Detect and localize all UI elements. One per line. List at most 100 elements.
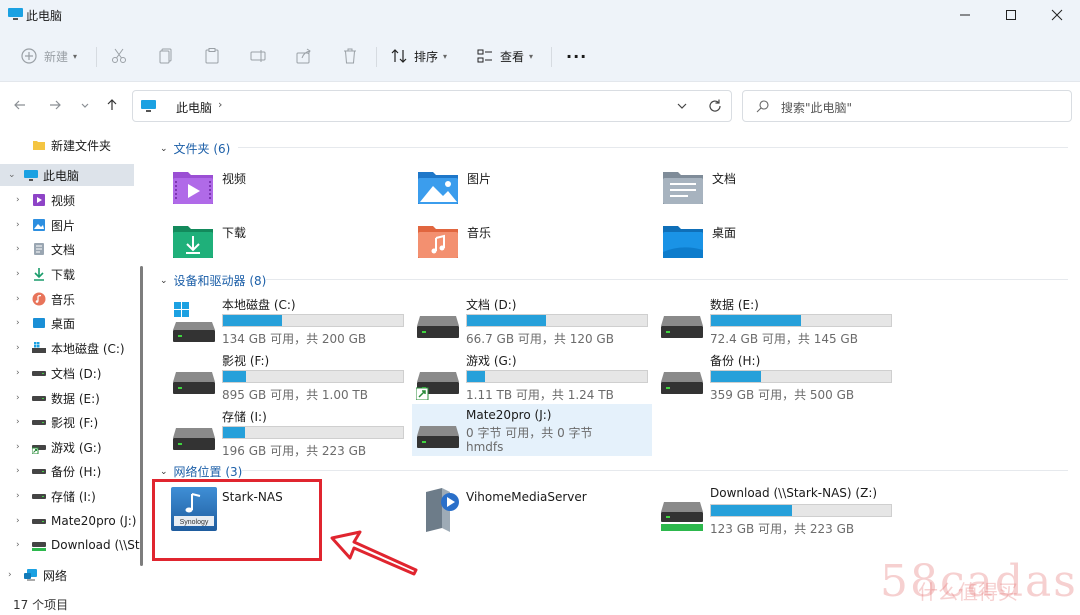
sidebar-item-drive-f[interactable]: › 影视 (F:) xyxy=(0,411,134,433)
drive-g[interactable]: 游戏 (G:) 1.11 TB 可用，共 1.24 TB xyxy=(394,350,648,406)
chevron-right-icon[interactable]: › xyxy=(16,393,20,403)
chevron-right-icon[interactable]: › xyxy=(16,220,20,230)
back-button[interactable] xyxy=(11,96,29,114)
refresh-icon[interactable] xyxy=(707,98,723,114)
chevron-right-icon[interactable]: › xyxy=(16,368,20,378)
chevron-right-icon[interactable]: › xyxy=(16,540,20,550)
chevron-right-icon[interactable]: › xyxy=(16,269,20,279)
sort-button[interactable]: 排序 ▾ xyxy=(390,43,447,69)
chevron-right-icon[interactable]: › xyxy=(16,318,20,328)
folder-pictures[interactable]: 图片 xyxy=(395,164,625,210)
sort-icon xyxy=(391,49,407,63)
divider xyxy=(551,47,552,67)
group-header-network[interactable]: ⌄ 网络位置 (3) xyxy=(160,463,242,480)
sidebar-item-this-pc[interactable]: ⌄ 此电脑 xyxy=(0,164,134,186)
chevron-right-icon[interactable]: › xyxy=(16,442,20,452)
minimize-button[interactable] xyxy=(942,0,988,30)
sidebar-item-downloads[interactable]: › 下载 xyxy=(0,263,134,285)
rename-icon xyxy=(250,50,266,62)
recent-locations-button[interactable] xyxy=(76,96,94,114)
search-input[interactable]: 搜索"此电脑" xyxy=(742,90,1072,122)
folder-videos[interactable]: 视频 xyxy=(150,164,380,210)
chevron-right-icon[interactable]: › xyxy=(16,491,20,501)
sidebar-item-drive-c[interactable]: › 本地磁盘 (C:) xyxy=(0,337,134,359)
sidebar-item-pictures[interactable]: › 图片 xyxy=(0,214,134,236)
sidebar-item-drive-h[interactable]: › 备份 (H:) xyxy=(0,460,134,482)
drive-c[interactable]: 本地磁盘 (C:) 134 GB 可用，共 200 GB xyxy=(150,294,404,350)
group-header-folders[interactable]: ⌄ 文件夹 (6) xyxy=(160,140,230,157)
forward-button[interactable] xyxy=(46,96,64,114)
more-options-button[interactable]: ··· xyxy=(566,43,587,69)
drive-j[interactable]: Mate20pro (J:) 0 字节 可用，共 0 字节 hmdfs xyxy=(412,404,652,456)
sidebar-item-drive-z[interactable]: › Download (\\St xyxy=(0,534,140,556)
group-header-drives[interactable]: ⌄ 设备和驱动器 (8) xyxy=(160,272,266,289)
sidebar-item-documents[interactable]: › 文档 xyxy=(0,238,134,260)
breadcrumb[interactable]: 此电脑 xyxy=(176,99,212,116)
copy-button[interactable] xyxy=(157,43,175,69)
chevron-right-icon[interactable]: › xyxy=(16,294,20,304)
maximize-button[interactable] xyxy=(988,0,1034,30)
drive-d[interactable]: 文档 (D:) 66.7 GB 可用，共 120 GB xyxy=(394,294,648,350)
divider xyxy=(96,47,97,67)
drive-space-info: 1.11 TB 可用，共 1.24 TB xyxy=(466,388,614,402)
chevron-right-icon[interactable]: › xyxy=(16,244,20,254)
sidebar-item-label: 音乐 xyxy=(51,292,76,307)
drive-space-info: 134 GB 可用，共 200 GB xyxy=(222,332,367,346)
breadcrumb-chevron-icon[interactable]: › xyxy=(218,98,222,111)
sidebar-item-new-folder[interactable]: 新建文件夹 xyxy=(0,134,134,156)
documents-folder-icon xyxy=(663,172,703,204)
network-drive-z[interactable]: Download (\\Stark-NAS) (Z:) 123 GB 可用，共 … xyxy=(638,484,892,540)
sidebar-item-drive-d[interactable]: › 文档 (D:) xyxy=(0,362,134,384)
up-button[interactable] xyxy=(103,96,121,114)
title-bar: 此电脑 xyxy=(0,0,1080,30)
cut-button[interactable] xyxy=(110,43,128,69)
chevron-right-icon[interactable]: › xyxy=(8,570,12,580)
folder-desktop[interactable]: 桌面 xyxy=(640,218,870,264)
sidebar-item-network[interactable]: › 网络 xyxy=(0,564,134,586)
paste-button[interactable] xyxy=(203,43,221,69)
chevron-down-icon: ▾ xyxy=(443,51,448,61)
drive-h[interactable]: 备份 (H:) 359 GB 可用，共 500 GB xyxy=(638,350,892,406)
address-bar[interactable]: 此电脑 › xyxy=(132,90,732,122)
chevron-right-icon[interactable]: › xyxy=(16,516,20,526)
drive-name: 存储 (I:) xyxy=(222,410,267,424)
shortcut-drive-icon xyxy=(416,372,459,400)
share-button[interactable] xyxy=(295,43,313,69)
sidebar-item-label: 网络 xyxy=(43,568,68,583)
sidebar-item-drive-i[interactable]: › 存储 (I:) xyxy=(0,485,134,507)
folder-music[interactable]: 音乐 xyxy=(395,218,625,264)
rename-button[interactable] xyxy=(249,43,267,69)
network-item-media-server[interactable]: VihomeMediaServer xyxy=(394,484,634,544)
chevron-down-icon[interactable]: ⌄ xyxy=(8,170,16,180)
chevron-down-icon[interactable] xyxy=(675,99,689,113)
delete-button[interactable] xyxy=(341,43,359,69)
drive-e[interactable]: 数据 (E:) 72.4 GB 可用，共 145 GB xyxy=(638,294,892,350)
sidebar-item-videos[interactable]: › 视频 xyxy=(0,189,134,211)
divider xyxy=(242,470,1068,471)
close-icon xyxy=(1051,9,1063,21)
folder-downloads[interactable]: 下载 xyxy=(150,218,380,264)
folder-name: 下载 xyxy=(222,226,247,240)
folder-documents[interactable]: 文档 xyxy=(640,164,870,210)
sidebar-item-desktop[interactable]: › 桌面 xyxy=(0,312,134,334)
drive-i[interactable]: 存储 (I:) 196 GB 可用，共 223 GB xyxy=(150,406,404,462)
chevron-right-icon[interactable]: › xyxy=(16,417,20,427)
new-button[interactable]: 新建 ▾ xyxy=(20,43,77,69)
chevron-right-icon[interactable]: › xyxy=(16,195,20,205)
drive-icon xyxy=(173,428,215,450)
divider xyxy=(376,47,377,67)
sidebar-item-music[interactable]: › 音乐 xyxy=(0,288,134,310)
drive-f[interactable]: 影视 (F:) 895 GB 可用，共 1.00 TB xyxy=(150,350,404,406)
chevron-right-icon[interactable]: › xyxy=(16,466,20,476)
view-button[interactable]: 查看 ▾ xyxy=(476,43,533,69)
sidebar-item-drive-e[interactable]: › 数据 (E:) xyxy=(0,387,134,409)
drive-icon xyxy=(32,371,46,376)
window-title: 此电脑 xyxy=(26,9,63,23)
sidebar-scrollbar[interactable] xyxy=(140,266,143,566)
chevron-right-icon[interactable]: › xyxy=(16,343,20,353)
sidebar-item-drive-j[interactable]: › Mate20pro (J:) xyxy=(0,510,136,532)
sidebar-item-drive-g[interactable]: › 游戏 (G:) xyxy=(0,436,134,458)
close-button[interactable] xyxy=(1034,0,1080,30)
plus-circle-icon xyxy=(21,48,37,64)
pc-icon xyxy=(141,100,156,112)
